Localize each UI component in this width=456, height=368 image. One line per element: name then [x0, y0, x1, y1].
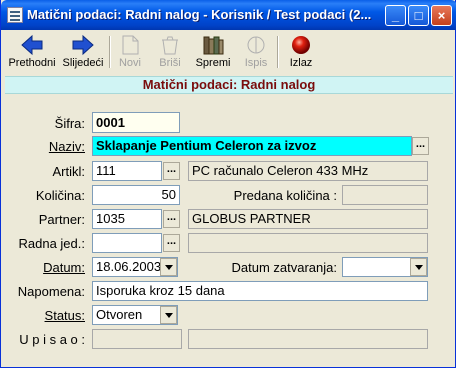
partner-label: Partner: — [38, 212, 85, 227]
radna-code-field[interactable] — [92, 233, 162, 253]
exit-label: Izlaz — [289, 57, 313, 69]
next-label: Slijedeći — [62, 57, 104, 69]
next-button[interactable]: Slijedeći — [59, 32, 107, 74]
upisao-label: U p i s a o : — [19, 332, 85, 347]
artikl-label: Artikl: — [52, 164, 86, 179]
napomena-label: Napomena: — [17, 284, 85, 299]
kolicina-label: Količina: — [35, 188, 85, 203]
toolbar-separator — [109, 36, 111, 68]
prev-label: Prethodni — [8, 57, 56, 69]
zatvaranje-dropdown-button[interactable] — [410, 258, 427, 276]
predana-field — [342, 185, 428, 205]
exit-button[interactable]: Izlaz — [283, 32, 319, 74]
close-button[interactable]: × — [431, 5, 452, 26]
new-document-icon — [122, 35, 139, 55]
upisao-field-1 — [92, 329, 182, 349]
naziv-field[interactable]: Sklapanje Pentium Celeron za izvoz — [92, 136, 412, 156]
napomena-field[interactable]: Isporuka kroz 15 dana — [92, 281, 428, 301]
app-icon[interactable] — [7, 7, 23, 23]
new-button[interactable]: Novi — [113, 32, 147, 74]
radna-lookup-button[interactable]: ... — [163, 234, 180, 252]
artikl-name-field: PC računalo Celeron 433 MHz — [188, 161, 428, 181]
print-label: Ispis — [244, 57, 268, 69]
window-title: Matični podaci: Radni nalog - Korisnik /… — [27, 7, 372, 22]
zatvaranje-label: Datum zatvaranja: — [231, 260, 338, 275]
minimize-button[interactable]: _ — [385, 5, 406, 26]
maximize-button[interactable]: □ — [408, 5, 429, 26]
datum-dropdown-button[interactable] — [160, 258, 177, 276]
kolicina-field[interactable]: 50 — [92, 185, 180, 205]
save-button[interactable]: Spremi — [193, 32, 233, 74]
toolbar-separator — [277, 36, 279, 68]
naziv-lookup-button[interactable]: ... — [412, 137, 429, 155]
artikl-lookup-button[interactable]: ... — [163, 162, 180, 180]
delete-label: Briši — [159, 57, 181, 69]
radna-label: Radna jed.: — [18, 236, 86, 251]
exit-ball-icon — [292, 36, 310, 54]
upisao-field-2 — [188, 329, 428, 349]
partner-code-field[interactable]: 1035 — [92, 209, 162, 229]
print-icon — [247, 36, 265, 54]
sifra-field[interactable]: 0001 — [92, 112, 180, 133]
radna-name-field — [188, 233, 428, 253]
arrow-right-icon — [72, 34, 94, 56]
delete-button[interactable]: Briši — [153, 32, 187, 74]
save-books-icon — [203, 36, 224, 55]
arrow-left-icon — [21, 34, 43, 56]
save-label: Spremi — [195, 57, 231, 69]
toolbar: Prethodni Slijedeći Novi Briši Spremi Is… — [5, 32, 453, 74]
main-window: Matični podaci: Radni nalog - Korisnik /… — [0, 0, 456, 368]
predana-label: Predana količina : — [233, 188, 337, 203]
status-dropdown-button[interactable] — [160, 306, 177, 324]
prev-button[interactable]: Prethodni — [7, 32, 57, 74]
partner-lookup-button[interactable]: ... — [163, 210, 180, 228]
new-label: Novi — [118, 57, 141, 69]
print-button[interactable]: Ispis — [239, 32, 273, 74]
artikl-code-field[interactable]: 111 — [92, 161, 162, 181]
status-label: Status: — [44, 308, 85, 323]
delete-icon — [162, 36, 178, 55]
datum-label: Datum: — [43, 260, 85, 275]
title-bar[interactable]: Matični podaci: Radni nalog - Korisnik /… — [1, 0, 456, 30]
sifra-label: Šifra: — [54, 116, 85, 131]
naziv-label: Naziv: — [48, 139, 85, 154]
partner-name-field: GLOBUS PARTNER — [188, 209, 428, 229]
form-header: Matični podaci: Radni nalog — [5, 76, 453, 94]
